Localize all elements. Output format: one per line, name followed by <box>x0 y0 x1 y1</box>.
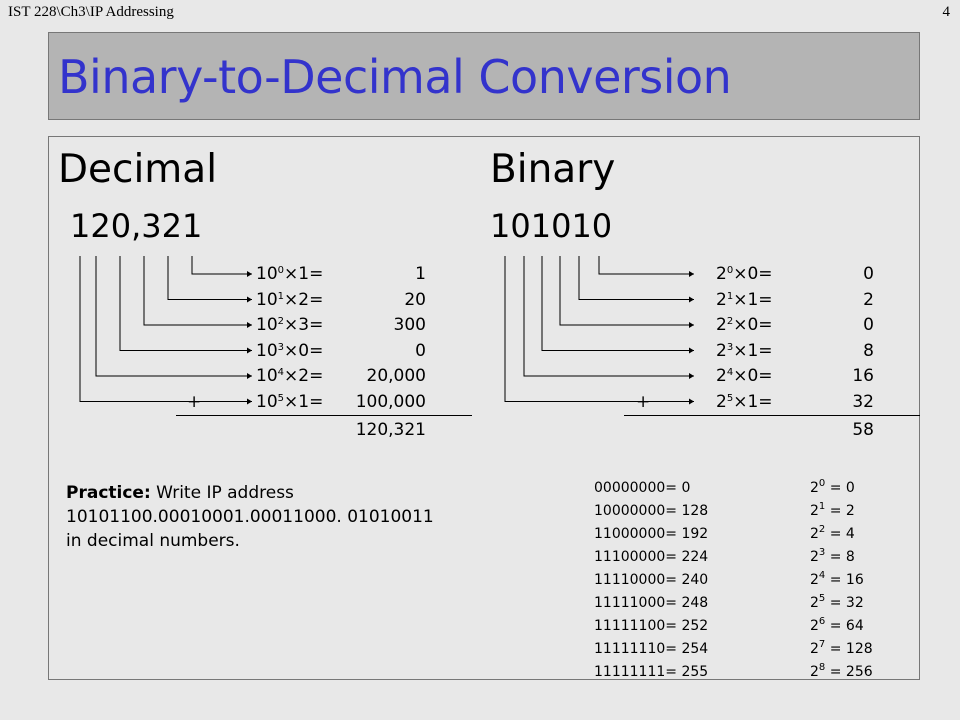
octet-value-row: 11111111= 255 <box>594 664 709 680</box>
power-of-two-row: 25 = 32 <box>810 593 864 612</box>
octet-value-row: 11110000= 240 <box>594 572 709 588</box>
power-of-two-row: 28 = 256 <box>810 662 873 681</box>
decimal-expression: 104×2= <box>256 366 324 386</box>
decimal-expression: 101×2= <box>256 289 324 310</box>
decimal-plus-sign: + <box>187 391 202 412</box>
binary-result: 16 <box>852 366 874 386</box>
practice-line3: in decimal numbers. <box>66 531 240 551</box>
binary-expression: 21×1= <box>716 289 773 310</box>
octet-value-row: 11111110= 254 <box>594 641 709 657</box>
header-page-number: 4 <box>942 4 951 20</box>
binary-sum-rule <box>624 415 920 416</box>
practice-ip-address: 10101100.00010001.00011000. 01010011 <box>66 507 434 527</box>
power-of-two-row: 21 = 2 <box>810 501 855 520</box>
binary-total: 58 <box>852 420 874 440</box>
decimal-expression: 100×1= <box>256 264 324 284</box>
power-of-two-row: 20 = 0 <box>810 478 855 497</box>
binary-number: 101010 <box>490 207 613 245</box>
power-of-two-row: 26 = 64 <box>810 616 864 635</box>
decimal-heading: Decimal <box>58 147 218 192</box>
decimal-expression: 105×1= <box>256 391 324 412</box>
binary-expression: 24×0= <box>716 366 773 386</box>
decimal-expression: 103×0= <box>256 340 324 361</box>
octet-value-row: 11000000= 192 <box>594 526 709 542</box>
decimal-number: 120,321 <box>70 207 203 245</box>
decimal-total: 120,321 <box>355 420 426 440</box>
decimal-result: 100,000 <box>355 391 426 412</box>
header-course-path: IST 228\Ch3\IP Addressing <box>8 4 174 20</box>
decimal-result: 20,000 <box>366 366 426 386</box>
decimal-result: 0 <box>415 340 426 361</box>
decimal-result: 1 <box>415 264 426 284</box>
practice-line1: Write IP address <box>150 483 294 503</box>
octet-value-row: 11111100= 252 <box>594 618 709 634</box>
octet-value-row: 00000000= 0 <box>594 480 691 496</box>
practice-label: Practice: <box>66 483 151 503</box>
decimal-result: 300 <box>393 315 426 335</box>
binary-result: 2 <box>863 289 874 310</box>
power-of-two-row: 22 = 4 <box>810 524 855 543</box>
power-of-two-row: 24 = 16 <box>810 570 864 589</box>
octet-value-row: 11111000= 248 <box>594 595 709 611</box>
decimal-expression: 102×3= <box>256 315 324 335</box>
binary-result: 0 <box>863 264 874 284</box>
power-of-two-row: 27 = 128 <box>810 639 873 658</box>
decimal-sum-rule <box>176 415 472 416</box>
binary-result: 8 <box>863 340 874 361</box>
slide-title: Binary-to-Decimal Conversion <box>58 50 732 104</box>
decimal-result: 20 <box>404 289 426 310</box>
binary-result: 32 <box>852 391 874 412</box>
practice-exercise: Practice: Write IP address 10101100.0001… <box>66 481 486 553</box>
binary-expression: 20×0= <box>716 264 773 284</box>
octet-value-row: 10000000= 128 <box>594 503 709 519</box>
binary-expression: 25×1= <box>716 391 773 412</box>
binary-expression: 23×1= <box>716 340 773 361</box>
octet-value-row: 11100000= 224 <box>594 549 709 565</box>
power-of-two-row: 23 = 8 <box>810 547 855 566</box>
binary-result: 0 <box>863 315 874 335</box>
binary-heading: Binary <box>490 147 616 192</box>
binary-expression: 22×0= <box>716 315 773 335</box>
binary-plus-sign: + <box>636 391 651 412</box>
